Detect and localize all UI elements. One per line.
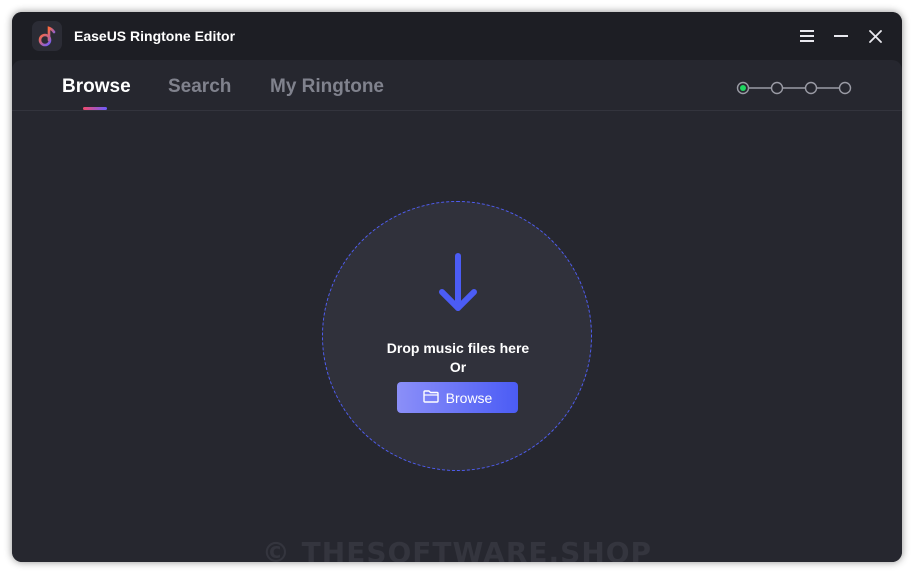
tab-search[interactable]: Search — [168, 76, 231, 98]
step-dot — [804, 81, 818, 95]
app-window: EaseUS Ringtone Editor Browse Search My … — [12, 12, 902, 562]
tab-my-ringtone[interactable]: My Ringtone — [270, 76, 384, 98]
tab-bar: Browse Search My Ringtone — [12, 60, 902, 111]
close-icon[interactable] — [863, 24, 887, 48]
watermark: © THESOFTWARE.SHOP — [261, 536, 653, 562]
step-dot — [838, 81, 852, 95]
step-indicator — [736, 80, 856, 96]
music-note-icon — [32, 21, 62, 51]
step-dot-active — [740, 85, 746, 91]
tab-browse[interactable]: Browse — [62, 76, 131, 98]
drop-message: Drop music files here — [386, 340, 530, 356]
folder-icon — [422, 389, 439, 406]
browse-button-label: Browse — [445, 389, 493, 406]
step-dot — [770, 81, 784, 95]
title-bar: EaseUS Ringtone Editor — [12, 12, 902, 60]
minimize-icon[interactable] — [829, 24, 853, 48]
drop-zone[interactable]: Drop music files here Or Browse — [322, 201, 592, 471]
browse-button[interactable]: Browse — [397, 382, 518, 413]
hamburger-menu-icon[interactable] — [795, 24, 819, 48]
or-text: Or — [449, 359, 467, 375]
main-panel: Browse Search My Ringtone Drop music fil… — [12, 60, 902, 562]
app-title: EaseUS Ringtone Editor — [74, 28, 236, 44]
arrow-down-icon — [438, 252, 478, 321]
active-tab-indicator — [83, 107, 107, 110]
